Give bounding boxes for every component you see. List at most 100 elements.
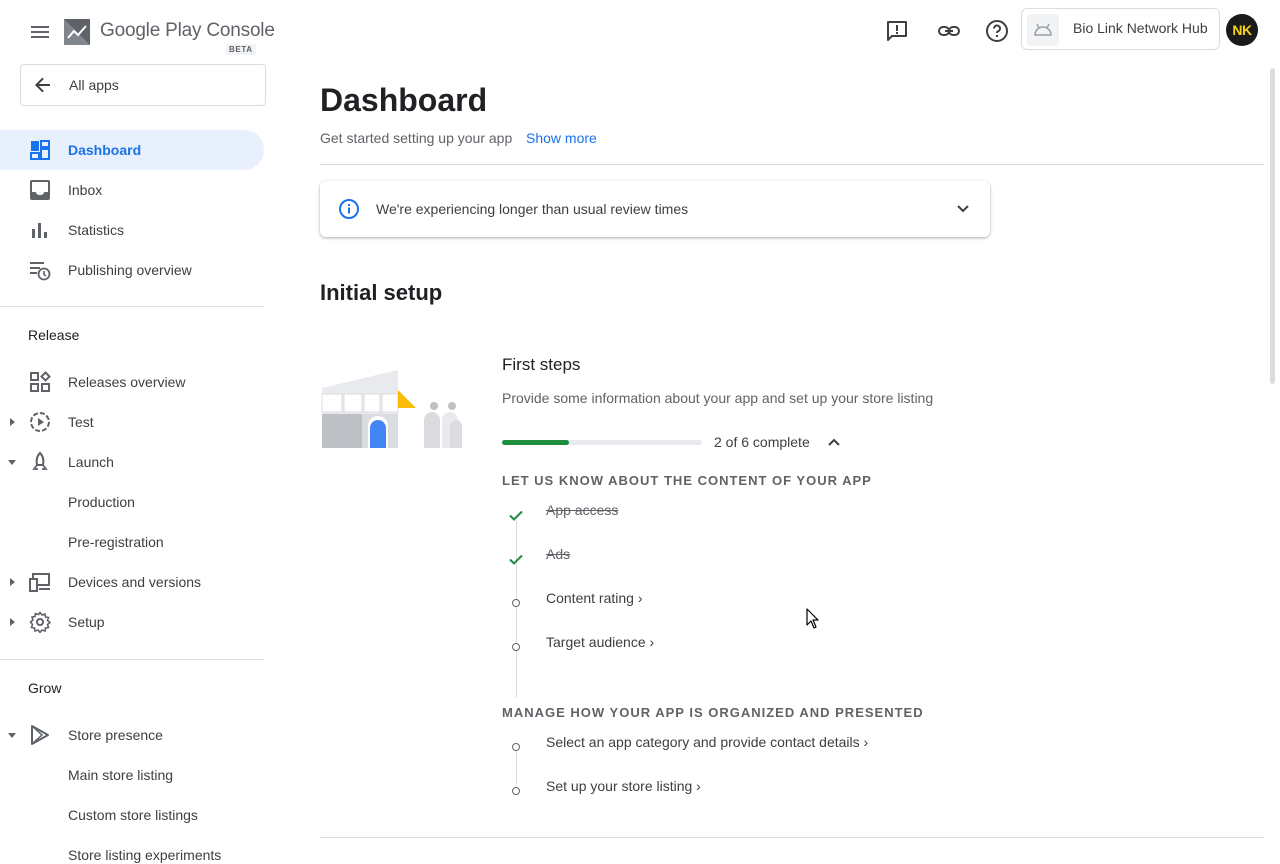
check-icon: [509, 554, 523, 565]
review-times-notice[interactable]: We're experiencing longer than usual rev…: [320, 181, 990, 237]
nav-item-store-presence[interactable]: Store presence: [0, 715, 264, 755]
nav-item-launch[interactable]: Launch: [0, 442, 264, 482]
inbox-icon: [30, 180, 50, 200]
info-icon: [339, 199, 359, 219]
first-steps-illustration: [321, 370, 462, 448]
play-console-logo-icon: [64, 19, 90, 45]
app-thumbnail: [1027, 14, 1059, 46]
header-divider: [320, 164, 1264, 165]
pending-dot: [512, 599, 520, 607]
nav-label: Dashboard: [68, 142, 142, 158]
gear-icon: [29, 611, 51, 633]
beta-badge: BETA: [226, 44, 256, 55]
task-label[interactable]: Content rating ›: [546, 590, 643, 606]
progress-label: 2 of 6 complete: [714, 434, 810, 450]
nav-label: Pre-registration: [68, 534, 164, 550]
app-name: Bio Link Network Hub: [1073, 20, 1208, 36]
notice-text: We're experiencing longer than usual rev…: [376, 201, 689, 217]
pending-dot: [512, 787, 520, 795]
task-label[interactable]: Select an app category and provide conta…: [546, 734, 868, 750]
link-icon[interactable]: [937, 19, 961, 43]
nav-label: Setup: [68, 614, 105, 630]
devices-icon: [29, 573, 50, 592]
sidebar: Google Play Console BETA All apps Dashbo…: [0, 0, 275, 864]
publishing-overview-icon: [30, 262, 51, 281]
timeline-line: [516, 520, 517, 698]
brand-name: Google Play Console: [100, 20, 275, 41]
android-icon: [1034, 23, 1052, 36]
nav-item-devices-and-versions[interactable]: Devices and versions: [0, 562, 264, 602]
page-subtitle: Get started setting up your app: [320, 130, 513, 146]
nav-label: Publishing overview: [68, 262, 192, 278]
show-more-link[interactable]: Show more: [526, 130, 597, 146]
section-divider: [320, 837, 1264, 838]
pending-dot: [512, 743, 520, 751]
group-title-content: LET US KNOW ABOUT THE CONTENT OF YOUR AP…: [502, 473, 872, 488]
sidebar-divider: [0, 306, 264, 307]
nav-item-releases-overview[interactable]: Releases overview: [0, 362, 264, 402]
nav-label: Main store listing: [68, 767, 174, 783]
nav-label: Production: [68, 494, 135, 510]
nav-item-setup[interactable]: Setup: [0, 602, 264, 642]
nav-label: Launch: [68, 454, 114, 470]
nav-item-pre-registration[interactable]: Pre-registration: [0, 522, 264, 562]
page-title: Dashboard: [320, 82, 488, 118]
nav-item-production[interactable]: Production: [0, 482, 264, 522]
first-steps-title: First steps: [502, 355, 581, 374]
task-label[interactable]: Target audience ›: [546, 634, 654, 650]
play-icon: [31, 725, 49, 745]
nav-item-dashboard[interactable]: Dashboard: [0, 130, 264, 170]
task-label: Ads: [546, 546, 571, 562]
scrollbar[interactable]: [1270, 68, 1275, 384]
nav-label: Store listing experiments: [68, 847, 222, 863]
app-selector[interactable]: Bio Link Network Hub: [1021, 8, 1220, 50]
bar-chart-icon: [32, 223, 47, 238]
nav-item-store-listing-experiments[interactable]: Store listing experiments: [0, 835, 264, 864]
brand-header: Google Play Console BETA: [0, 0, 275, 64]
nav-label: Releases overview: [68, 374, 186, 390]
hamburger-menu-icon[interactable]: [28, 20, 52, 44]
nav-item-test[interactable]: Test: [0, 402, 264, 442]
nav-item-inbox[interactable]: Inbox: [0, 170, 264, 210]
caret-down-icon[interactable]: [7, 457, 17, 467]
feedback-icon[interactable]: [885, 19, 909, 43]
launch-icon: [32, 451, 48, 470]
nav-item-statistics[interactable]: Statistics: [0, 210, 264, 250]
nav-label: Test: [68, 414, 94, 430]
help-icon[interactable]: [985, 19, 1009, 43]
setup-progress-bar: [502, 440, 702, 445]
timeline-line: [516, 745, 517, 785]
nav-item-custom-store-listings[interactable]: Custom store listings: [0, 795, 264, 835]
avatar[interactable]: NK: [1226, 14, 1258, 46]
check-icon: [509, 510, 523, 521]
sidebar-divider: [0, 659, 264, 660]
nav-label: Devices and versions: [68, 574, 202, 590]
test-icon: [30, 412, 50, 432]
progress-fill: [502, 440, 569, 445]
nav-label: Custom store listings: [68, 807, 198, 823]
nav-label: Store presence: [68, 727, 163, 743]
nav-item-main-store-listing[interactable]: Main store listing: [0, 755, 264, 795]
section-grow: Grow: [28, 680, 62, 696]
pending-dot: [512, 643, 520, 651]
caret-right-icon[interactable]: [7, 577, 17, 587]
chevron-down-icon[interactable]: [953, 199, 973, 219]
all-apps-label: All apps: [69, 77, 119, 93]
section-title-initial-setup: Initial setup: [320, 280, 443, 305]
section-release: Release: [28, 327, 80, 343]
chevron-up-icon[interactable]: [826, 434, 842, 450]
dashboard-icon: [30, 140, 50, 160]
nav-item-publishing-overview[interactable]: Publishing overview: [0, 250, 264, 290]
caret-down-icon[interactable]: [7, 730, 17, 740]
task-label[interactable]: Set up your store listing ›: [546, 778, 701, 794]
nav-label: Inbox: [68, 182, 103, 198]
caret-right-icon[interactable]: [7, 617, 17, 627]
releases-overview-icon: [30, 371, 51, 392]
task-label: App access: [546, 502, 619, 518]
nav-label: Statistics: [68, 222, 125, 238]
first-steps-description: Provide some information about your app …: [502, 390, 934, 406]
group-title-organized: MANAGE HOW YOUR APP IS ORGANIZED AND PRE…: [502, 705, 924, 720]
all-apps-button[interactable]: All apps: [20, 64, 266, 106]
arrow-back-icon: [35, 77, 50, 93]
caret-right-icon[interactable]: [7, 417, 17, 427]
